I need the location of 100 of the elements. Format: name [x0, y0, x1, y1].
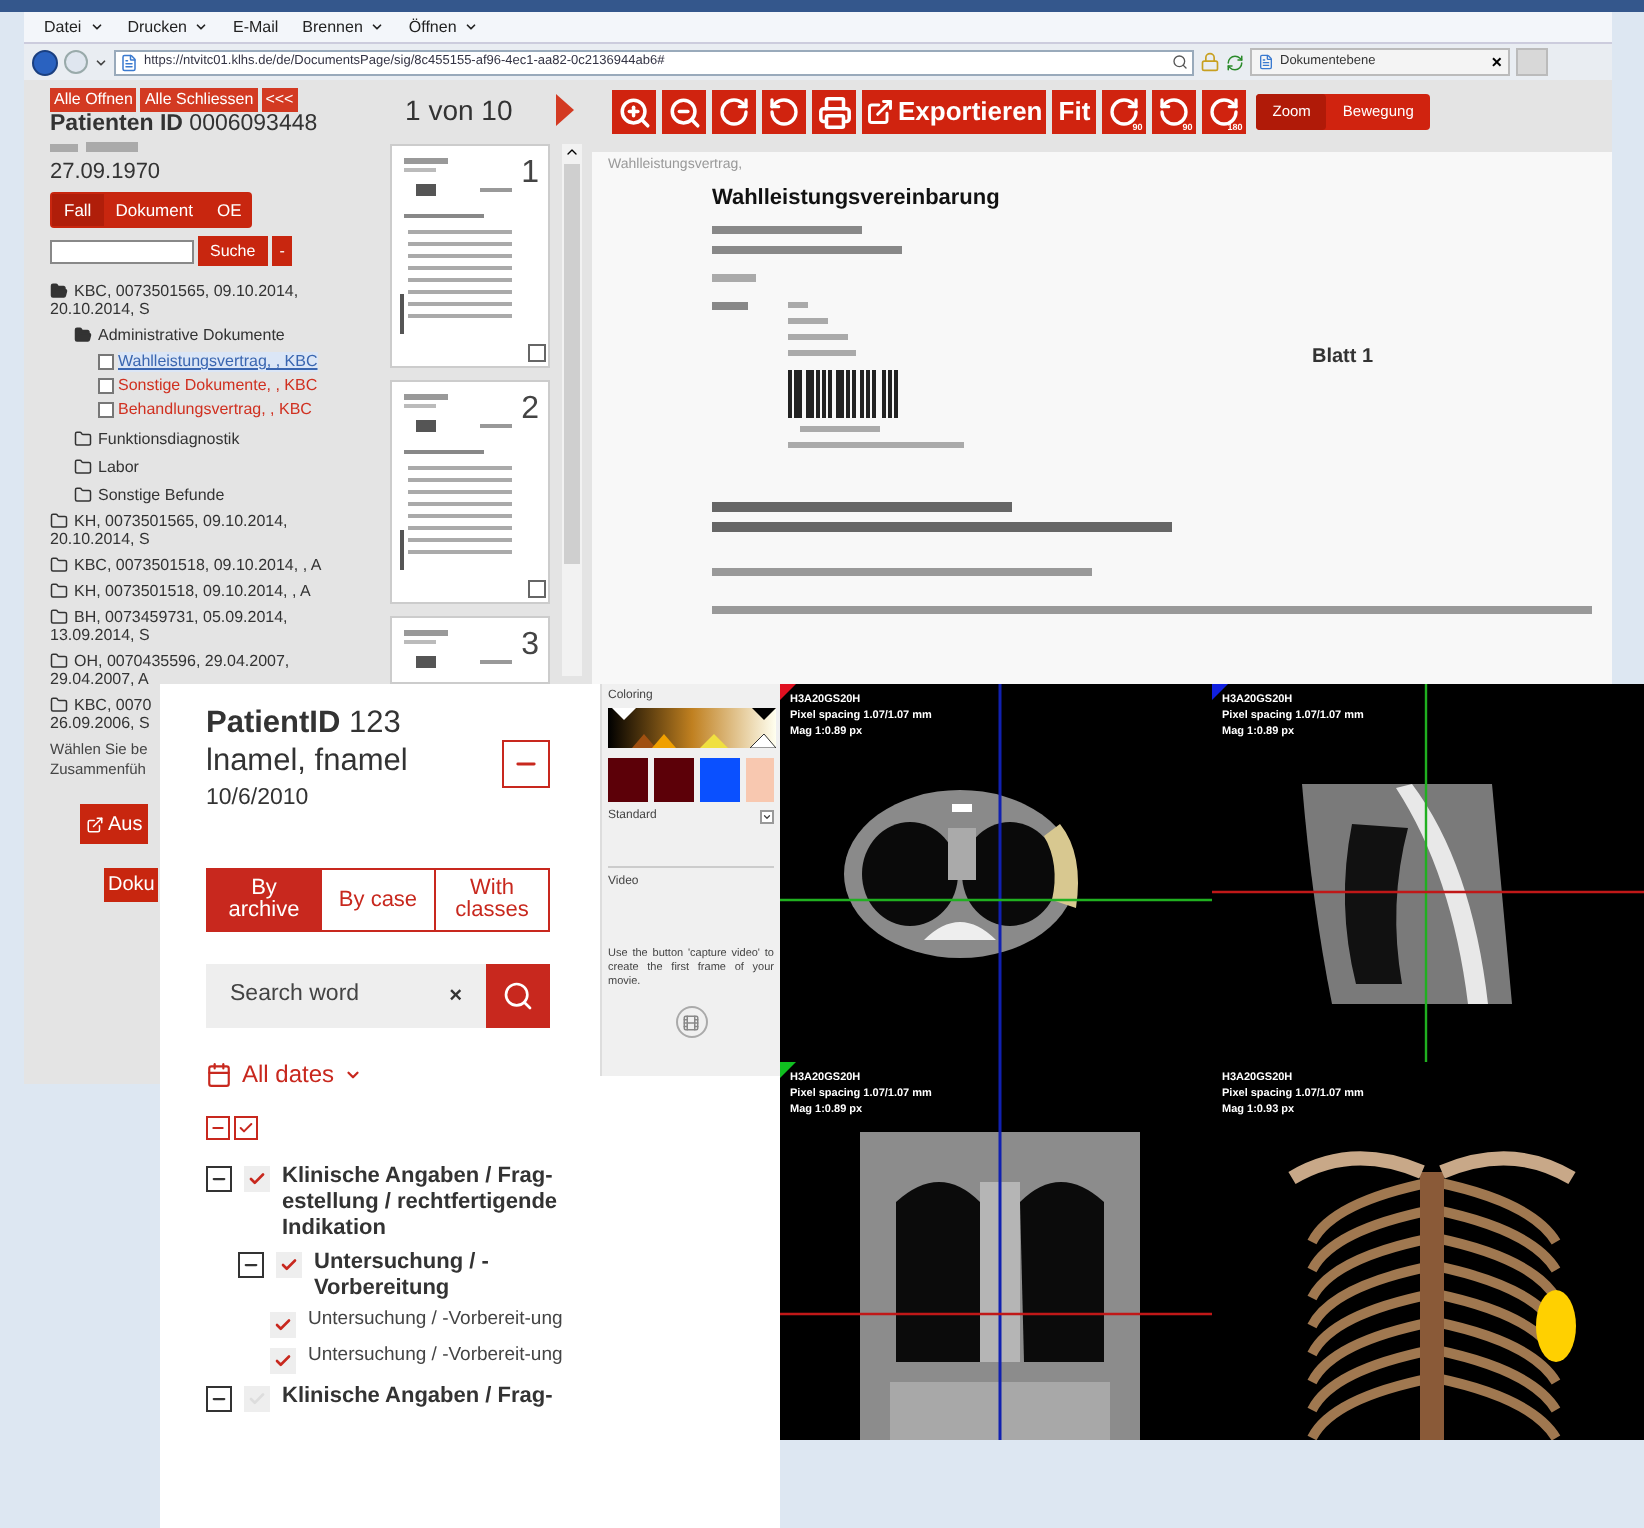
color-swatch[interactable]: [608, 758, 648, 802]
rotate-left-button[interactable]: [762, 90, 806, 134]
view-tab[interactable]: OE: [204, 194, 254, 226]
folder-icon[interactable]: [50, 652, 68, 670]
folder-label[interactable]: KBC, 0073501518, 09.10.2014, , A: [74, 556, 322, 574]
checkbox[interactable]: [270, 1312, 296, 1338]
document-button[interactable]: Doku: [104, 868, 159, 902]
menu-item[interactable]: E-Mail: [232, 15, 279, 39]
folder-icon[interactable]: [74, 458, 92, 476]
folder-icon[interactable]: [74, 430, 92, 448]
folder-icon[interactable]: [50, 282, 68, 300]
document-link[interactable]: Wahlleistungsvertrag, , KBC: [118, 352, 318, 372]
page-thumbnail[interactable]: 1: [389, 144, 550, 368]
folder-label[interactable]: Sonstige Befunde: [98, 486, 225, 504]
tree-label[interactable]: Untersuchung / -Vorbereitung: [314, 1250, 600, 1302]
view-tab[interactable]: Dokument: [103, 194, 205, 226]
folder-label-continuation[interactable]: 26.09.2006, S: [50, 714, 150, 732]
checkbox[interactable]: [527, 580, 546, 598]
document-link[interactable]: Behandlungsvertrag, , KBC: [118, 400, 312, 420]
search-field[interactable]: Search word ×: [206, 964, 486, 1028]
document-link[interactable]: Sonstige Dokumente, , KBC: [118, 376, 318, 396]
view-tab[interactable]: By archive: [208, 870, 320, 930]
search-button[interactable]: [486, 964, 550, 1028]
checkbox[interactable]: [98, 402, 114, 418]
collapse-toggle[interactable]: [206, 1386, 232, 1412]
dropdown-icon[interactable]: [94, 55, 108, 69]
menu-item[interactable]: Öffnen: [408, 15, 479, 39]
color-swatch[interactable]: [700, 758, 740, 802]
folder-icon[interactable]: [50, 582, 68, 600]
menu-item[interactable]: Brennen: [302, 15, 385, 39]
checkbox[interactable]: [98, 378, 114, 394]
folder-label[interactable]: BH, 0073459731, 05.09.2014,: [74, 608, 288, 626]
color-swatch[interactable]: [746, 758, 774, 802]
tree-label[interactable]: Untersuchung / -Vorbereit-ung: [308, 1310, 592, 1330]
folder-icon[interactable]: [50, 512, 68, 530]
folder-icon[interactable]: [50, 696, 68, 714]
folder-label-continuation[interactable]: 20.10.2014, S: [50, 530, 150, 548]
checkbox[interactable]: [244, 1166, 270, 1192]
collapse-toggle[interactable]: [238, 1252, 264, 1278]
clear-button[interactable]: ×: [449, 979, 462, 1013]
zoom-in-button[interactable]: [612, 90, 656, 134]
search-icon[interactable]: [1172, 54, 1188, 70]
menu-item[interactable]: Datei: [44, 15, 104, 39]
checkbox[interactable]: [270, 1348, 296, 1374]
folder-label[interactable]: KH, 0073501518, 09.10.2014, , A: [74, 582, 311, 600]
zoom-out-button[interactable]: [662, 90, 706, 134]
checkbox[interactable]: [244, 1386, 270, 1412]
collapse-toggle[interactable]: [206, 1166, 232, 1192]
toolbar-button[interactable]: Alle Schliessen: [140, 88, 258, 112]
scrollbar[interactable]: [561, 144, 582, 676]
page-thumbnail[interactable]: 2: [389, 380, 550, 604]
color-swatch[interactable]: [654, 758, 694, 802]
toolbar-button[interactable]: <<<: [261, 88, 298, 112]
toolbar-button[interactable]: Alle Offnen: [50, 88, 137, 112]
check-all-icon[interactable]: [234, 1116, 258, 1140]
folder-icon[interactable]: [50, 608, 68, 626]
folder-icon[interactable]: [74, 326, 92, 344]
date-filter[interactable]: All dates: [242, 1056, 335, 1092]
menu-item[interactable]: Drucken: [127, 15, 209, 39]
export-button[interactable]: Aus: [80, 804, 149, 844]
folder-label[interactable]: KBC, 0070: [74, 696, 152, 714]
folder-icon[interactable]: [74, 486, 92, 504]
view-tab[interactable]: Fall: [52, 194, 104, 226]
page-thumbnail[interactable]: 3: [389, 616, 550, 684]
folder-label[interactable]: KH, 0073501565, 09.10.2014,: [74, 512, 288, 530]
next-page-icon[interactable]: [556, 94, 575, 126]
folder-label[interactable]: Labor: [98, 458, 139, 476]
folder-label[interactable]: KBC, 0073501565, 09.10.2014,: [74, 282, 299, 300]
search-button[interactable]: Suche: [198, 236, 268, 266]
dropdown-icon[interactable]: [760, 810, 774, 824]
tree-label[interactable]: Untersuchung / -Vorbereit-ung: [308, 1346, 592, 1366]
color-gradient-drawing[interactable]: [608, 708, 776, 748]
search-field[interactable]: [50, 239, 194, 263]
folder-icon[interactable]: [50, 556, 68, 574]
folder-label[interactable]: Funktionsdiagnostik: [98, 430, 240, 448]
refresh-icon[interactable]: [1226, 53, 1244, 71]
print-icon: [817, 95, 851, 129]
checkbox[interactable]: [98, 354, 114, 370]
scroll-up-icon[interactable]: [563, 144, 580, 160]
zoom-out-icon: [667, 95, 701, 129]
tree-label[interactable]: Klinische Angaben / Frag-: [282, 1384, 594, 1410]
fit-button[interactable]: Fit: [1052, 90, 1097, 134]
tree-label[interactable]: Klinische Angaben / Frag-estellung / rechtfertigende Indikation: [282, 1164, 594, 1242]
checkbox[interactable]: [527, 344, 546, 362]
folder-label-continuation[interactable]: 29.04.2007, A: [50, 670, 149, 688]
back-button[interactable]: [32, 49, 58, 75]
print-button[interactable]: [812, 90, 856, 134]
folder-label[interactable]: OH, 0070435596, 29.04.2007,: [74, 652, 290, 670]
collapse-button[interactable]: [502, 740, 550, 788]
folder-label[interactable]: Administrative Dokumente: [98, 326, 285, 344]
rotate-right-button[interactable]: [712, 90, 756, 134]
export-button[interactable]: Exportieren: [862, 90, 1047, 134]
folder-label-continuation[interactable]: 13.09.2014, S: [50, 626, 150, 644]
capture-video-button[interactable]: [675, 1006, 707, 1038]
collapse-all-icon[interactable]: [206, 1116, 230, 1140]
folder-label-continuation[interactable]: 20.10.2014, S: [50, 300, 150, 318]
collapse-button[interactable]: -: [271, 236, 293, 266]
check-icon: [248, 1170, 266, 1188]
close-icon[interactable]: ×: [1491, 53, 1502, 71]
checkbox[interactable]: [276, 1252, 302, 1278]
